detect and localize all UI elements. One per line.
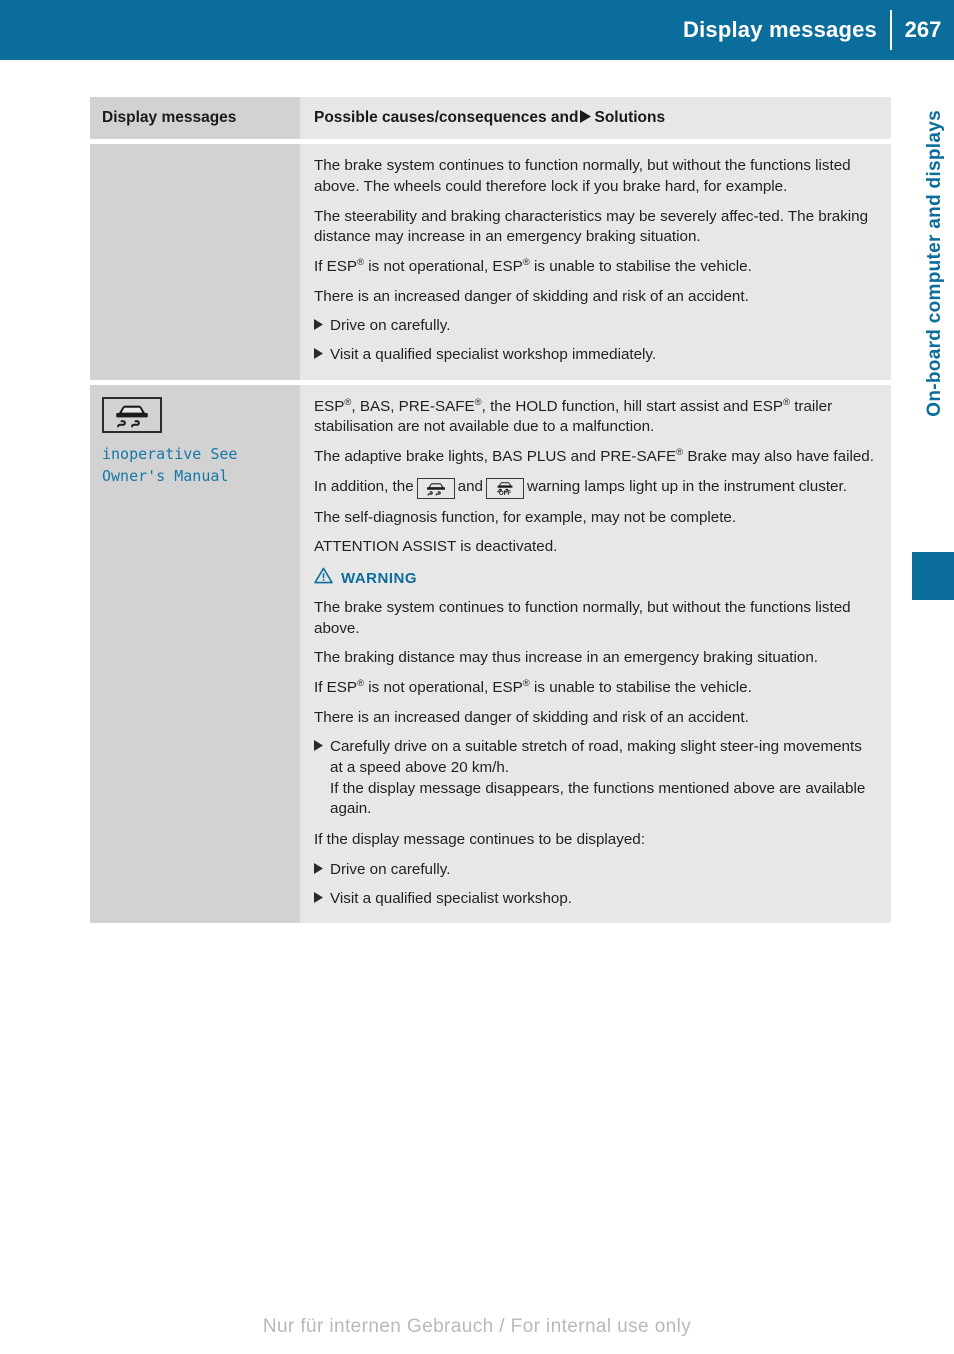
- solution-item: Carefully drive on a suitable stretch of…: [314, 737, 875, 820]
- paragraph-esp: If ESP® is not operational, ESP® is unab…: [314, 257, 875, 278]
- table-header-row: Display messages Possible causes/consequ…: [90, 97, 891, 140]
- causes-cell: ESP®, BAS, PRE-SAFE®, the HOLD function,…: [300, 384, 891, 924]
- solution-item: Drive on carefully.: [314, 316, 875, 337]
- bullet-arrow-icon: [314, 737, 323, 820]
- registered-mark: ®: [474, 396, 482, 408]
- bullet-arrow-icon: [314, 889, 323, 910]
- esp-post-text: is unable to stabilise the vehicle.: [529, 679, 752, 697]
- esp-skid-icon: [102, 396, 162, 433]
- lamps-post-text: warning lamps light up in the instrument…: [526, 477, 847, 495]
- table-header-cell-right: Possible causes/consequences and Solution…: [300, 97, 891, 140]
- esp-skid-lamp-icon: [416, 477, 455, 499]
- table-row: The brake system continues to function n…: [90, 144, 891, 380]
- esp-mid-text: is not operational, ESP: [364, 258, 523, 276]
- warning-heading: WARNING: [314, 567, 875, 589]
- display-message-code: inoperative See Owner's Manual: [102, 444, 238, 485]
- presafe-pre-text: The adaptive brake lights, BAS PLUS and …: [314, 448, 677, 466]
- registered-mark: ®: [357, 678, 365, 690]
- solution-item-text: Visit a qualified specialist workshop.: [330, 889, 572, 907]
- column-header-display-messages: Display messages: [102, 109, 237, 126]
- registered-mark: ®: [522, 678, 530, 690]
- page-header-band: Display messages 267: [0, 0, 954, 60]
- solution-item-text: Carefully drive on a suitable stretch of…: [330, 738, 866, 818]
- footer-watermark: Nur für internen Gebrauch / For internal…: [262, 1316, 692, 1337]
- table-row: inoperative See Owner's Manual ESP®, BAS…: [90, 384, 891, 924]
- registered-mark: ®: [357, 257, 365, 268]
- paragraph: The braking distance may thus increase i…: [314, 649, 818, 667]
- bullet-arrow-icon: [314, 345, 323, 366]
- column-header-causes-solutions: Possible causes/consequences and Solution…: [314, 108, 875, 128]
- paragraph: The self‐diagnosis function, for example…: [314, 508, 737, 526]
- paragraph-esp: If ESP® is not operational, ESP® is unab…: [314, 678, 875, 699]
- presafe-post-text: Brake may also have failed.: [683, 448, 874, 466]
- paragraph: ATTENTION ASSIST is deactivated.: [314, 538, 558, 556]
- paragraph: The brake system continues to function n…: [314, 157, 851, 196]
- svg-text:OFF: OFF: [499, 490, 512, 496]
- page-number: 267: [904, 17, 942, 42]
- solution-item-text: Visit a qualified specialist workshop im…: [330, 346, 657, 364]
- page-header-content: Display messages 267: [683, 0, 954, 60]
- esp-post-text: is unable to stabilise the vehicle.: [529, 258, 752, 276]
- solution-item-text: Drive on carefully.: [330, 317, 451, 335]
- paragraph: If the display message continues to be d…: [314, 831, 645, 849]
- warning-triangle-icon: [314, 567, 333, 589]
- causes-cell: The brake system continues to function n…: [300, 144, 891, 380]
- solution-item: Drive on carefully.: [314, 860, 875, 881]
- bullet-arrow-icon: [314, 860, 323, 881]
- paragraph: The steerability and braking characteris…: [314, 207, 869, 246]
- chapter-thumb-marker: [912, 552, 954, 600]
- column-header-causes-text: Possible causes/consequences and: [314, 109, 579, 126]
- paragraph-esp-systems: ESP®, BAS, PRE-SAFE®, the HOLD function,…: [314, 397, 875, 438]
- table-header-cell-left: Display messages: [90, 97, 300, 140]
- display-messages-table: Display messages Possible causes/consequ…: [90, 97, 891, 924]
- esp-text-b: , BAS, PRE-SAFE: [351, 397, 475, 415]
- esp-pre-text: If ESP: [314, 258, 358, 276]
- bullet-arrow-icon: [314, 316, 323, 337]
- warning-label: WARNING: [341, 569, 417, 587]
- solution-item-text: Drive on carefully.: [330, 860, 451, 878]
- message-cell: [90, 144, 300, 380]
- paragraph: The brake system continues to function n…: [314, 599, 851, 637]
- solution-item: Visit a qualified specialist workshop im…: [314, 345, 875, 366]
- registered-mark: ®: [782, 396, 790, 408]
- registered-mark: ®: [522, 257, 530, 268]
- esp-text-a: ESP: [314, 397, 345, 415]
- esp-off-lamp-icon: OFF: [485, 477, 524, 499]
- paragraph-presafe: The adaptive brake lights, BAS PLUS and …: [314, 447, 875, 468]
- esp-text-c: , the HOLD function, hill start assist a…: [481, 397, 783, 415]
- esp-pre-text: If ESP: [314, 679, 358, 697]
- column-header-solutions-text: Solutions: [594, 109, 666, 126]
- paragraph: There is an increased danger of skidding…: [314, 287, 749, 305]
- paragraph: There is an increased danger of skidding…: [314, 708, 749, 726]
- solution-arrow-icon: [580, 109, 592, 128]
- solution-item: Visit a qualified specialist workshop.: [314, 889, 875, 910]
- paragraph-warning-lamps: In addition, the and OFF warning lamps ligh…: [314, 477, 875, 499]
- chapter-thumb-label: On-board computer and displays: [924, 110, 945, 417]
- esp-mid-text: is not operational, ESP: [364, 679, 523, 697]
- lamps-pre-text: In addition, the: [314, 477, 414, 495]
- page-header-title: Display messages: [683, 17, 877, 42]
- lamps-mid-text: and: [457, 477, 483, 495]
- message-cell: inoperative See Owner's Manual: [90, 384, 300, 924]
